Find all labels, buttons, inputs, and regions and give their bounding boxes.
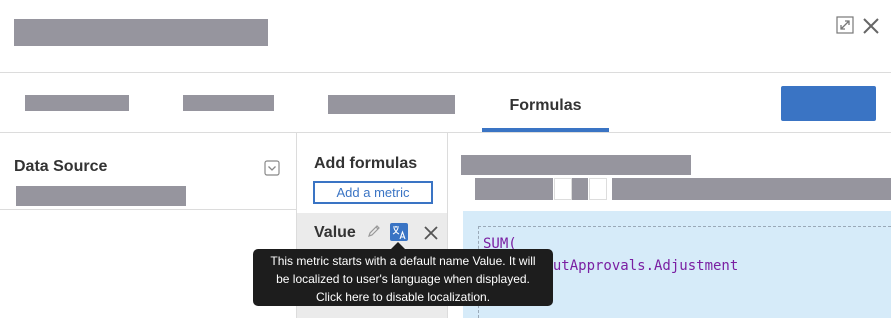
toolbar-item-2-redacted[interactable]	[572, 178, 588, 200]
toolbar-item-1-redacted[interactable]	[475, 178, 553, 200]
tooltip-line-2: be localized to user's language when dis…	[276, 272, 530, 286]
tooltip-arrow	[391, 242, 405, 249]
metric-name: Value	[314, 224, 356, 241]
data-source-value-redacted[interactable]	[16, 186, 186, 206]
tab-2-redacted[interactable]	[183, 95, 274, 111]
expand-icon[interactable]	[836, 16, 854, 34]
tooltip-line-3: Click here to disable localization.	[315, 290, 491, 304]
tab-1-redacted[interactable]	[25, 95, 129, 111]
localization-tooltip[interactable]: This metric starts with a default name V…	[253, 249, 553, 306]
add-metric-button[interactable]: Add a metric	[313, 181, 433, 204]
tabs-divider	[0, 132, 891, 133]
pencil-icon[interactable]	[366, 223, 382, 239]
dropdown-toggle-icon[interactable]	[264, 160, 280, 176]
data-source-title: Data Source	[14, 158, 108, 175]
x-icon[interactable]	[422, 224, 439, 241]
toolbar-separator	[554, 178, 572, 200]
header-divider	[0, 72, 891, 73]
add-formulas-title: Add formulas	[314, 155, 418, 172]
code-line-2: youtApprovals.Adjustment	[536, 258, 739, 274]
tooltip-line-1: This metric starts with a default name V…	[270, 254, 536, 268]
toolbar-button-blank[interactable]	[589, 178, 607, 200]
tab-formulas-label: Formulas	[509, 97, 582, 114]
dialog-title-redacted	[14, 19, 268, 46]
toolbar-item-3-redacted[interactable]	[612, 178, 891, 200]
primary-action-button[interactable]	[781, 86, 876, 121]
tab-formulas[interactable]: Formulas	[482, 82, 609, 130]
formula-title-redacted	[461, 155, 691, 175]
translate-icon[interactable]	[390, 223, 408, 241]
tab-3-redacted[interactable]	[328, 95, 455, 114]
add-metric-label: Add a metric	[336, 185, 410, 200]
data-source-divider	[0, 209, 297, 210]
close-icon[interactable]	[861, 16, 881, 36]
